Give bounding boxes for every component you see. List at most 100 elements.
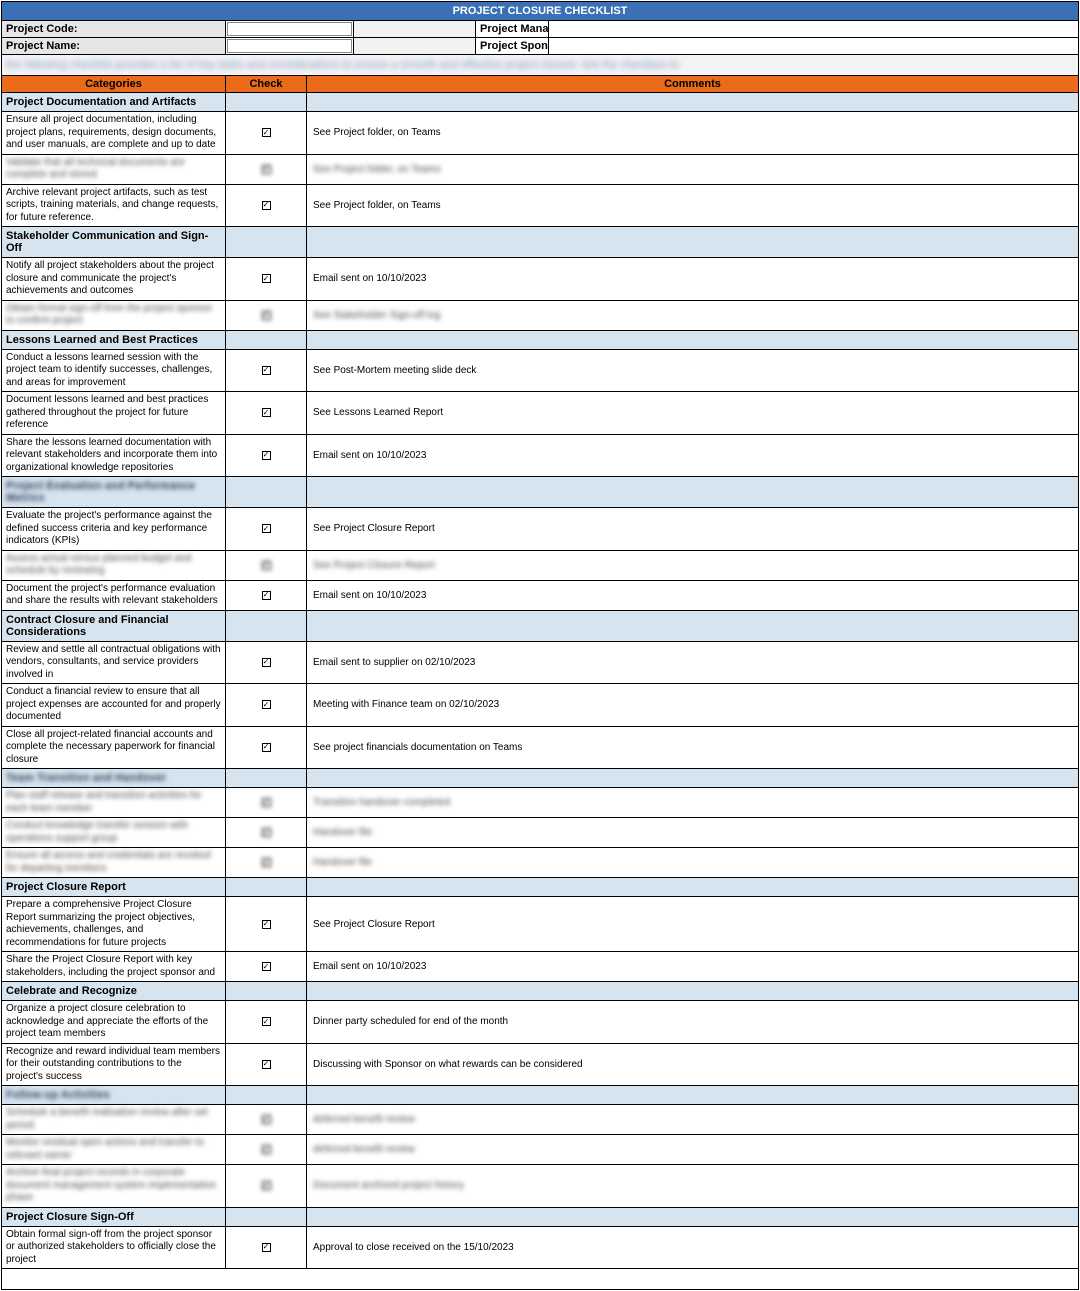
project-code-input[interactable]: [227, 22, 352, 36]
section-comment-col: [307, 769, 1078, 787]
section-comment-col: [307, 1086, 1078, 1104]
item-comment: Email sent to supplier on 02/10/2023: [307, 642, 1078, 684]
section-check-col: [226, 982, 307, 1000]
item-description: Ensure all project documentation, includ…: [2, 112, 226, 154]
checkbox-icon[interactable]: [262, 451, 271, 460]
checklist-row: Prepare a comprehensive Project Closure …: [2, 897, 1078, 952]
checkbox-icon[interactable]: [262, 658, 271, 667]
section-header: Team Transition and Handover: [2, 769, 1078, 788]
section-check-col: [226, 477, 307, 507]
item-check-cell: [226, 952, 307, 981]
section-comment-col: [307, 611, 1078, 641]
checkbox-icon[interactable]: [262, 561, 271, 570]
project-code-cell: [226, 21, 354, 37]
item-description: Conduct knowledge transfer session with …: [2, 818, 226, 847]
column-check: Check: [226, 76, 307, 92]
section-comment-col: [307, 477, 1078, 507]
project-name-cell: [226, 38, 354, 54]
checkbox-icon[interactable]: [262, 524, 271, 533]
checkbox-icon[interactable]: [262, 165, 271, 174]
item-check-cell: [226, 155, 307, 184]
checkbox-icon[interactable]: [262, 858, 271, 867]
item-comment: See Stakeholder Sign-off log: [307, 301, 1078, 330]
section-title: Project Evaluation and Performance Metri…: [2, 477, 226, 507]
project-sponsor-value: [549, 38, 1078, 54]
section-comment-col: [307, 93, 1078, 111]
checkbox-icon[interactable]: [262, 1145, 271, 1154]
section-header: Project Evaluation and Performance Metri…: [2, 477, 1078, 508]
checkbox-icon[interactable]: [262, 743, 271, 752]
checklist-row: Document the project's performance evalu…: [2, 581, 1078, 611]
bottom-gap: [2, 1269, 1078, 1289]
checklist-row: Ensure all access and credentials are re…: [2, 848, 1078, 878]
section-comment-col: [307, 982, 1078, 1000]
item-check-cell: [226, 508, 307, 550]
item-comment: Approval to close received on the 15/10/…: [307, 1227, 1078, 1269]
item-description: Document lessons learned and best practi…: [2, 392, 226, 434]
section-comment-col: [307, 878, 1078, 896]
item-description: Evaluate the project's performance again…: [2, 508, 226, 550]
item-check-cell: [226, 551, 307, 580]
item-comment: See Post-Mortem meeting slide deck: [307, 350, 1078, 392]
item-description: Document the project's performance evalu…: [2, 581, 226, 610]
item-check-cell: [226, 818, 307, 847]
item-check-cell: [226, 112, 307, 154]
checkbox-icon[interactable]: [262, 366, 271, 375]
checkbox-icon[interactable]: [262, 128, 271, 137]
checkbox-icon[interactable]: [262, 798, 271, 807]
checkbox-icon[interactable]: [262, 920, 271, 929]
checklist-row: Conduct a lessons learned session with t…: [2, 350, 1078, 393]
checklist-row: Monitor residual open actions and transf…: [2, 1135, 1078, 1165]
project-name-input[interactable]: [227, 39, 352, 53]
project-manager-value: [549, 21, 1078, 37]
section-check-col: [226, 227, 307, 257]
item-check-cell: [226, 788, 307, 817]
section-header: Follow-up Activities: [2, 1086, 1078, 1105]
item-check-cell: [226, 435, 307, 477]
section-check-col: [226, 1086, 307, 1104]
item-description: Organize a project closure celebration t…: [2, 1001, 226, 1043]
checkbox-icon[interactable]: [262, 828, 271, 837]
item-description: Assess actual versus planned budget and …: [2, 551, 226, 580]
checkbox-icon[interactable]: [262, 1243, 271, 1252]
item-check-cell: [226, 1227, 307, 1269]
item-comment: Email sent on 10/10/2023: [307, 952, 1078, 981]
checklist-row: Review and settle all contractual obliga…: [2, 642, 1078, 685]
checkbox-icon[interactable]: [262, 700, 271, 709]
checklist-row: Archive final project records in corpora…: [2, 1165, 1078, 1208]
item-comment: Meeting with Finance team on 02/10/2023: [307, 684, 1078, 726]
item-comment: See Project Closure Report: [307, 551, 1078, 580]
item-check-cell: [226, 848, 307, 877]
project-name-label: Project Name:: [2, 38, 226, 54]
checklist-row: Conduct knowledge transfer session with …: [2, 818, 1078, 848]
checkbox-icon[interactable]: [262, 1115, 271, 1124]
item-check-cell: [226, 258, 307, 300]
project-code-label: Project Code:: [2, 21, 226, 37]
sections-container: Project Documentation and ArtifactsEnsur…: [2, 93, 1078, 1269]
section-header: Project Closure Sign-Off: [2, 1208, 1078, 1227]
item-description: Plan staff release and transition activi…: [2, 788, 226, 817]
checkbox-icon[interactable]: [262, 311, 271, 320]
section-title: Celebrate and Recognize: [2, 982, 226, 1000]
checkbox-icon[interactable]: [262, 1181, 271, 1190]
checklist-row: Plan staff release and transition activi…: [2, 788, 1078, 818]
item-description: Ensure all access and credentials are re…: [2, 848, 226, 877]
checkbox-icon[interactable]: [262, 201, 271, 210]
section-check-col: [226, 611, 307, 641]
checkbox-icon[interactable]: [262, 1060, 271, 1069]
checkbox-icon[interactable]: [262, 1017, 271, 1026]
checklist-container: PROJECT CLOSURE CHECKLIST Project Code: …: [1, 1, 1079, 1290]
checklist-row: Organize a project closure celebration t…: [2, 1001, 1078, 1044]
item-comment: See project financials documentation on …: [307, 727, 1078, 769]
item-comment: Handover file: [307, 848, 1078, 877]
checkbox-icon[interactable]: [262, 962, 271, 971]
item-check-cell: [226, 301, 307, 330]
checkbox-icon[interactable]: [262, 408, 271, 417]
item-comment: Email sent on 10/10/2023: [307, 258, 1078, 300]
item-description: Prepare a comprehensive Project Closure …: [2, 897, 226, 951]
item-description: Conduct a financial review to ensure tha…: [2, 684, 226, 726]
intro-text-blurred: the following checklist provides a list …: [2, 55, 1078, 76]
checkbox-icon[interactable]: [262, 274, 271, 283]
checkbox-icon[interactable]: [262, 591, 271, 600]
item-check-cell: [226, 897, 307, 951]
